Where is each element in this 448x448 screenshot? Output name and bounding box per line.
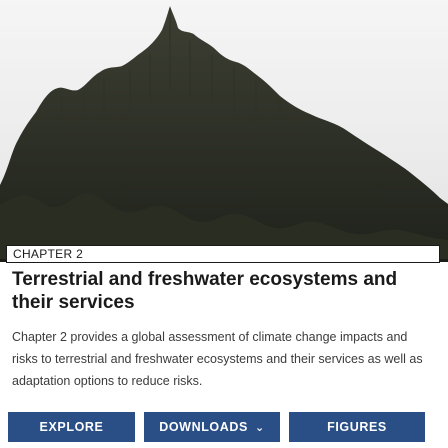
forest-silhouette-graphic bbox=[0, 6, 448, 262]
chapter-kicker: CHAPTER 2 bbox=[6, 245, 440, 263]
action-buttons: EXPLORE DOWNLOADS ⌄ FIGURES bbox=[8, 412, 425, 442]
chevron-down-icon: ⌄ bbox=[254, 421, 265, 434]
explore-button-label: EXPLORE bbox=[39, 420, 104, 434]
downloads-button[interactable]: DOWNLOADS ⌄ bbox=[144, 412, 280, 442]
hero-image bbox=[0, 0, 448, 262]
figures-button[interactable]: FIGURES bbox=[289, 412, 425, 442]
explore-button[interactable]: EXPLORE bbox=[8, 412, 135, 442]
downloads-button-label: DOWNLOADS bbox=[159, 420, 248, 434]
chapter-description: Chapter 2 provides a global assessment o… bbox=[12, 330, 423, 388]
page-title: Terrestrial and freshwater ecosystems an… bbox=[12, 269, 398, 313]
figures-button-label: FIGURES bbox=[327, 420, 387, 434]
